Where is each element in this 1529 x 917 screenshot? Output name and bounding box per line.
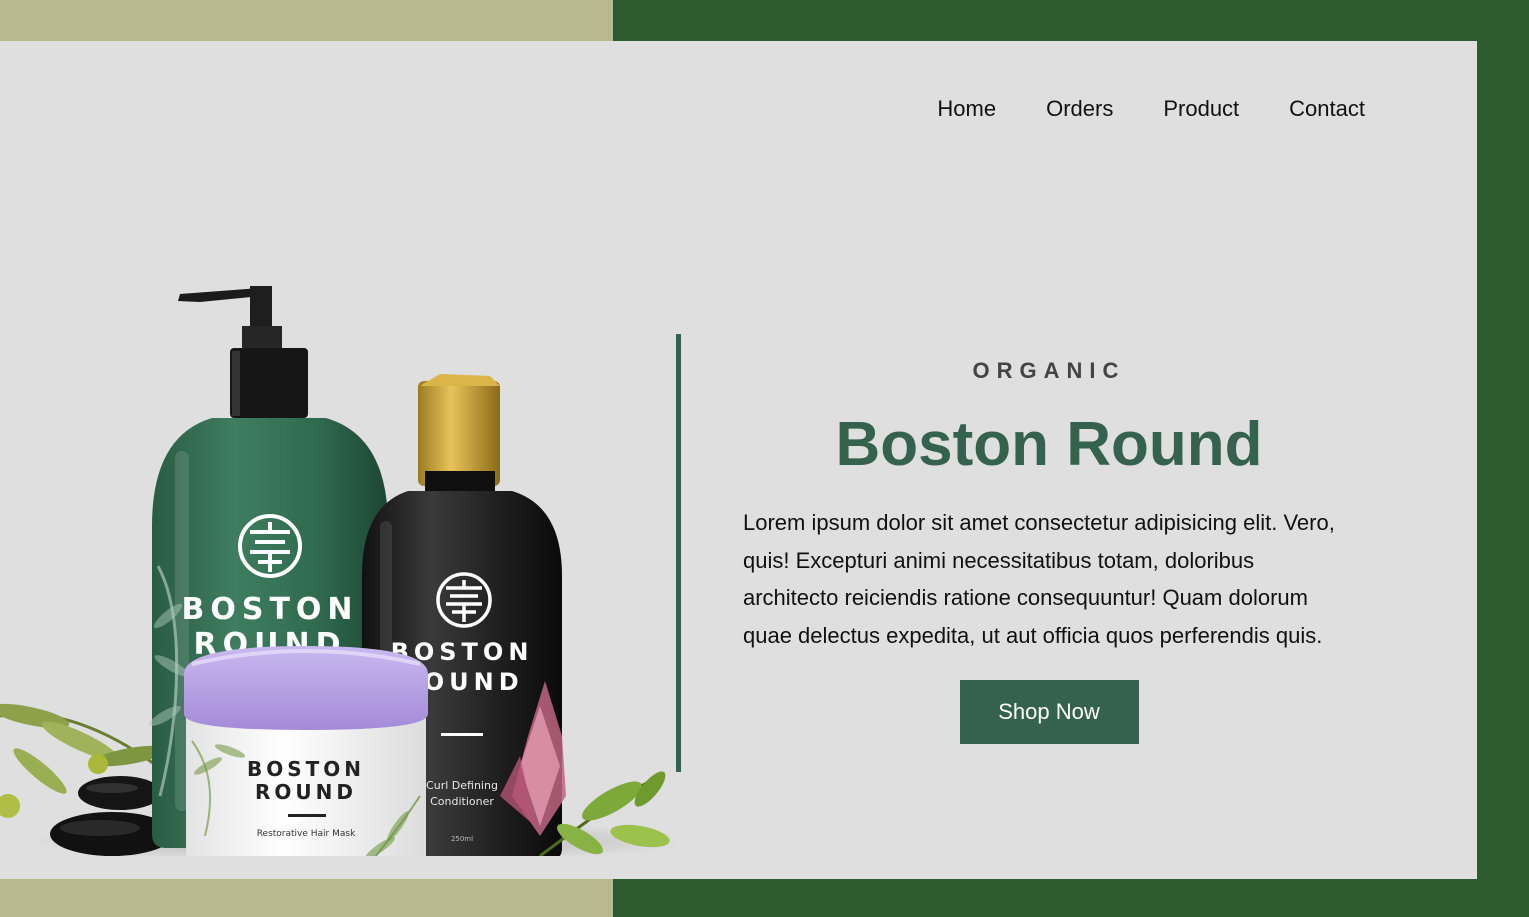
conditioner-product-line2: Conditioner [430,795,494,808]
hero-title: Boston Round [835,410,1263,479]
nav-product-link[interactable]: Product [1163,95,1239,123]
hair-mask-jar: BOSTON ROUND Restorative Hair Mask 1oz [184,646,428,856]
jar-brand-line1: BOSTON [247,757,365,781]
hero-description: Lorem ipsum dolor sit amet consectetur a… [743,510,1335,648]
conditioner-size: 250ml [451,835,473,843]
vertical-divider [676,334,681,772]
conditioner-product-line1: Curl Defining [426,779,498,792]
nav-home-link[interactable]: Home [937,95,996,123]
nav-contact-link[interactable]: Contact [1289,95,1365,123]
jar-product-name: Restorative Hair Mask [257,829,356,839]
shop-now-button[interactable]: Shop Now [959,680,1139,744]
hero-eyebrow: ORGANIC [972,358,1126,383]
nav-orders-link[interactable]: Orders [1046,95,1113,123]
hero-card: Home Orders Product Contact BOSTON ROUND… [0,41,1477,879]
hero-content: ORGANIC Boston Round Lorem ipsum dolor s… [743,356,1355,744]
main-nav: Home Orders Product Contact [937,95,1365,123]
pump-brand-line1: BOSTON [181,592,358,627]
jar-brand-line2: ROUND [255,780,357,804]
product-image: BOSTON ROUND BOSTON ROUND Curl Defining … [0,286,676,856]
